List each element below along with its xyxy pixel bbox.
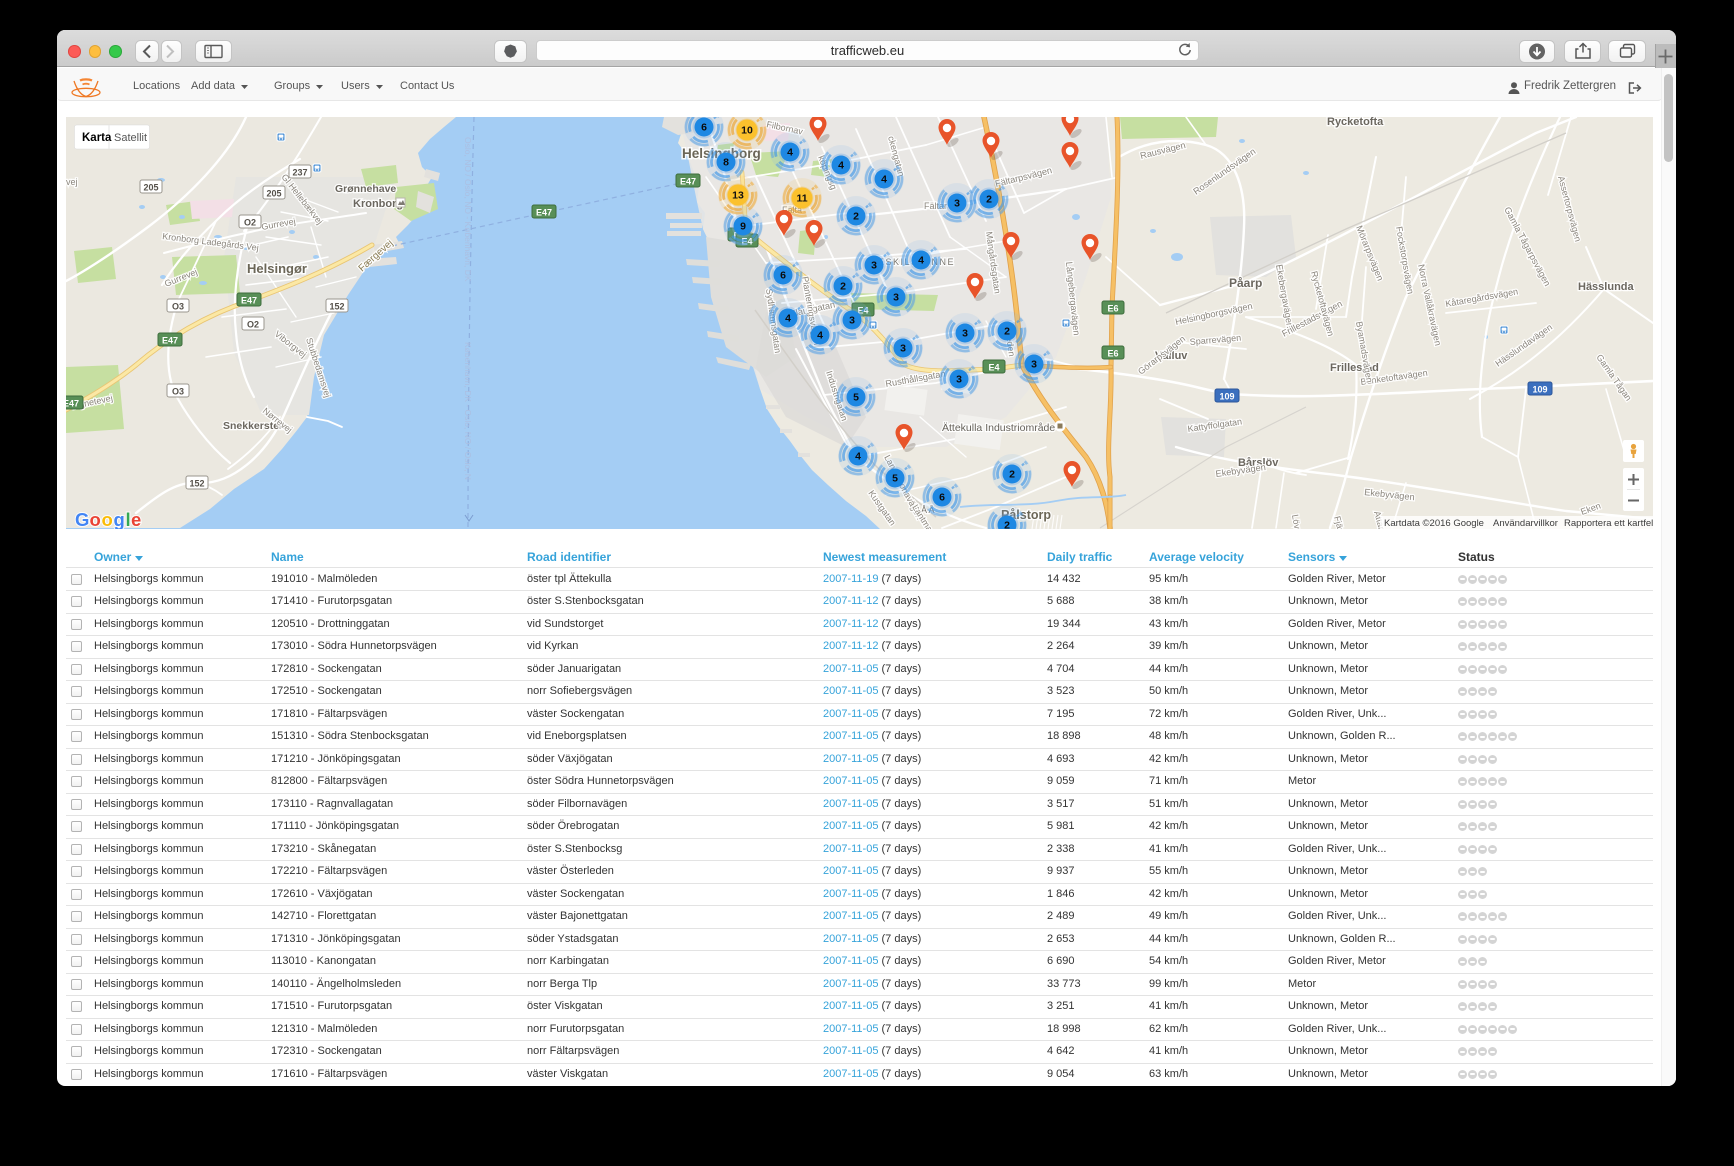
svg-text:6: 6	[701, 122, 707, 134]
svg-text:E47: E47	[680, 177, 696, 187]
svg-text:o: o	[90, 509, 101, 529]
svg-text:G: G	[75, 509, 89, 529]
svg-text:3: 3	[849, 315, 855, 327]
svg-text:4: 4	[838, 160, 844, 172]
svg-text:o: o	[102, 509, 113, 529]
svg-text:4: 4	[918, 255, 924, 267]
svg-text:g: g	[114, 509, 125, 529]
svg-text:5: 5	[853, 392, 859, 404]
svg-text:3: 3	[954, 198, 960, 210]
svg-text:205: 205	[143, 183, 158, 193]
svg-text:8: 8	[723, 157, 729, 169]
svg-text:Påarp: Påarp	[1229, 276, 1262, 290]
svg-text:2: 2	[1004, 326, 1010, 338]
svg-text:3: 3	[1031, 359, 1037, 371]
svg-text:2: 2	[986, 194, 992, 206]
svg-text:O2: O2	[247, 320, 259, 330]
svg-text:6: 6	[939, 492, 945, 504]
svg-text:2: 2	[853, 211, 859, 223]
svg-text:København, DK - Oslo, NO / Osl: København, DK - Oslo, NO / Oslo, N	[463, 342, 473, 480]
svg-text:Helsingør: Helsingør	[247, 261, 307, 276]
svg-text:3: 3	[893, 292, 899, 304]
svg-text:Satellit: Satellit	[114, 132, 147, 144]
svg-text:E4: E4	[988, 363, 999, 373]
svg-text:4: 4	[817, 330, 823, 342]
svg-text:3: 3	[956, 374, 962, 386]
svg-text:11: 11	[796, 193, 807, 205]
svg-text:10: 10	[741, 125, 753, 137]
svg-text:Oslo, NO / Oslo, NO - Københav: Oslo, NO / Oslo, NO - København, DK	[463, 137, 473, 282]
svg-text:Användarvillkor: Användarvillkor	[1493, 518, 1558, 529]
svg-text:E47: E47	[536, 208, 552, 218]
svg-text:13: 13	[732, 190, 744, 202]
svg-text:E6: E6	[1107, 349, 1118, 359]
svg-text:5: 5	[892, 473, 898, 485]
svg-text:Hässlunda: Hässlunda	[1578, 281, 1635, 293]
svg-text:O3: O3	[172, 302, 184, 312]
svg-text:2: 2	[840, 281, 846, 293]
svg-text:3: 3	[962, 328, 968, 340]
svg-text:E47: E47	[241, 296, 257, 306]
svg-text:3: 3	[900, 343, 906, 355]
svg-text:237: 237	[292, 168, 307, 178]
svg-text:4: 4	[855, 451, 861, 463]
svg-text:2: 2	[1004, 520, 1010, 529]
svg-text:O3: O3	[172, 387, 184, 397]
svg-text:9: 9	[740, 221, 746, 233]
svg-text:205: 205	[266, 189, 281, 199]
svg-text:Rycketofta: Rycketofta	[1327, 117, 1384, 128]
svg-text:Grønnehave: Grønnehave	[335, 183, 396, 195]
svg-text:Rapportera ett kartfel: Rapportera ett kartfel	[1564, 518, 1653, 529]
svg-text:vej: vej	[66, 177, 78, 187]
svg-text:E47: E47	[162, 336, 178, 346]
svg-text:4: 4	[787, 147, 793, 159]
svg-text:6: 6	[780, 270, 786, 282]
svg-text:l: l	[126, 509, 131, 529]
svg-text:3: 3	[871, 260, 877, 272]
svg-text:O2: O2	[244, 218, 256, 228]
svg-text:109: 109	[1532, 385, 1547, 395]
svg-text:152: 152	[189, 479, 204, 489]
svg-text:4: 4	[785, 313, 791, 325]
svg-text:152: 152	[329, 302, 344, 312]
svg-text:109: 109	[1219, 392, 1234, 402]
svg-text:Kartdata ©2016 Google: Kartdata ©2016 Google	[1384, 518, 1484, 529]
svg-text:4: 4	[881, 174, 887, 186]
svg-text:Karta: Karta	[82, 132, 112, 144]
svg-text:Ättekulla Industriområde: Ättekulla Industriområde	[942, 422, 1055, 434]
svg-text:E6: E6	[1107, 304, 1118, 314]
svg-text:E47: E47	[66, 399, 79, 409]
svg-text:2: 2	[1009, 469, 1015, 481]
svg-text:e: e	[131, 509, 141, 529]
